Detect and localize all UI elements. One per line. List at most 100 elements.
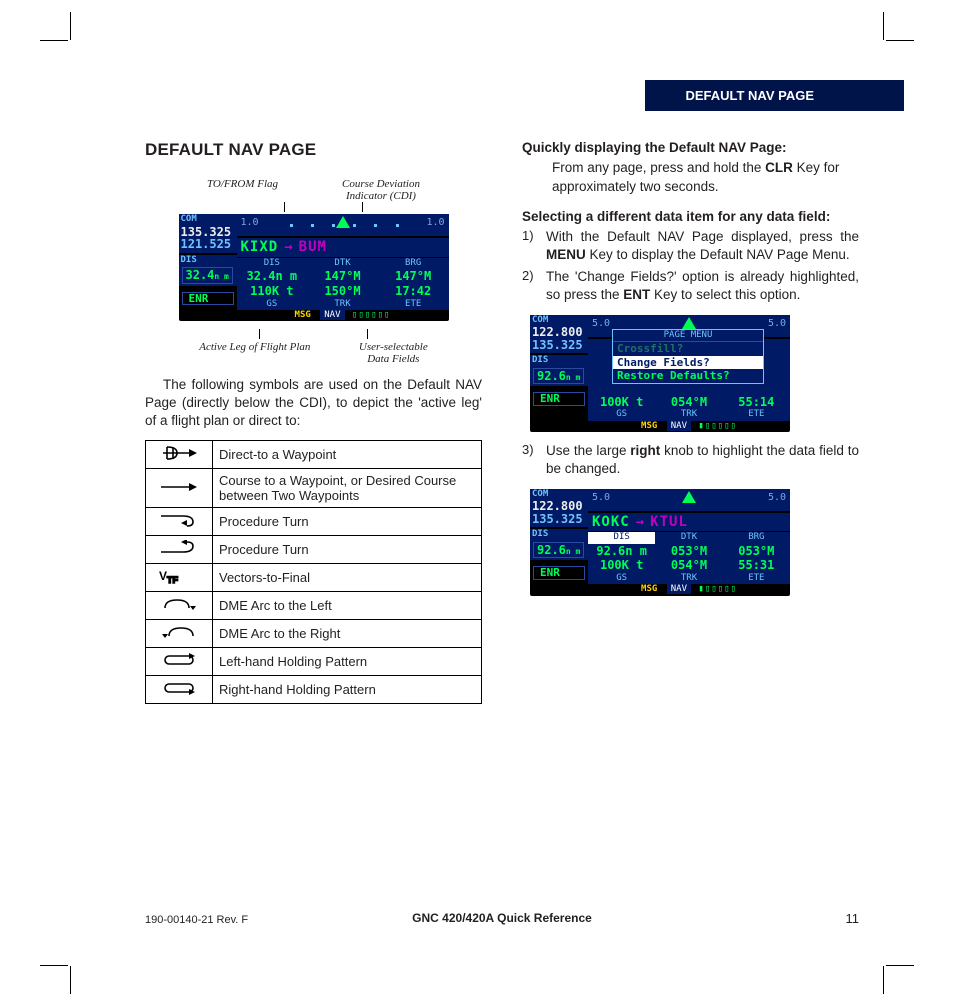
step: 1)With the Default NAV Page displayed, p…: [522, 228, 859, 264]
data-cell: 110K t: [237, 284, 308, 299]
menu-item-selected[interactable]: Change Fields?: [613, 356, 763, 370]
dis-label: DIS: [530, 529, 588, 540]
lead-line: [362, 202, 363, 212]
data-cell: 054°M: [655, 558, 722, 573]
step-body: Use the large right knob to highlight th…: [546, 442, 859, 478]
symbol-row: Procedure Turn: [146, 508, 482, 536]
nav-indicator: NAV: [320, 310, 344, 320]
cdi-bar: 1.0 1.0: [237, 214, 449, 236]
crop-mark: [70, 12, 71, 40]
content-columns: DEFAULT NAV PAGE TO/FROM Flag Course Dev…: [145, 140, 859, 704]
com-standby-freq: 135.325: [530, 339, 588, 354]
com-active-freq: 122.800: [530, 500, 588, 513]
data-cell: 054°M: [655, 395, 722, 410]
enr-indicator: ENR: [533, 392, 585, 406]
data-foot-cell: ETE: [378, 299, 449, 310]
symbol-row: VTFVectors-to-Final: [146, 564, 482, 592]
device-right-pane: 1.0 1.0 KIXD → BUM DIS DTK: [237, 214, 449, 321]
symbol-icon-dme_left: [146, 592, 213, 620]
data-row: 100K t 054°M 55:31: [588, 558, 790, 573]
callout-active-leg: Active Leg of Flight Plan: [199, 341, 310, 365]
data-row: 32.4n m 147°M 147°M: [237, 269, 449, 284]
page-boxes-icon: ▯▯▯▯▯▯: [352, 310, 391, 320]
data-foot-cell: TRK: [307, 299, 378, 310]
page-boxes-icon: ▮▯▯▯▯▯: [698, 421, 737, 431]
callout-data-fields: User-selectable Data Fields: [359, 341, 428, 365]
symbol-icon-pturn_r: [146, 508, 213, 536]
body-text: The following symbols are used on the De…: [145, 377, 482, 428]
data-cell: 92.6n m: [588, 544, 655, 559]
data-foot-cell: ETE: [723, 573, 790, 584]
to-from-arrow-icon: [336, 216, 350, 228]
symbol-row: Course to a Waypoint, or Desired Course …: [146, 469, 482, 508]
cdi-scale-right: 1.0: [426, 218, 444, 229]
device-left-pane: COM 122.800 135.325 DIS 92.6n m ENR: [530, 489, 588, 596]
data-foot: GS TRK ETE: [588, 409, 790, 420]
dis-unit: n m: [214, 272, 228, 281]
data-head: BRG: [378, 257, 449, 269]
data-head: DTK: [655, 531, 722, 543]
data-head-selected[interactable]: DIS: [588, 531, 655, 543]
dis-unit: n m: [566, 547, 580, 556]
callout-row-top: TO/FROM Flag Course Deviation Indicator …: [175, 178, 452, 202]
cdi-scale-left: 1.0: [241, 218, 259, 229]
step: 3) Use the large right knob to highlight…: [522, 442, 859, 478]
text: Key to display the Default NAV Page Menu…: [586, 247, 850, 262]
callout-text: Indicator (CDI): [346, 190, 416, 202]
com-standby-freq: 121.525: [179, 238, 237, 253]
status-row: MSG NAV ▮▯▯▯▯▯: [588, 584, 790, 595]
device-left-pane: COM 135.325 121.525 DIS 32.4n m ENR: [179, 214, 237, 321]
symbol-label: DME Arc to the Right: [213, 620, 482, 648]
cdi-scale-left: 5.0: [592, 493, 610, 504]
lead-line: [259, 329, 260, 339]
step-body: The 'Change Fields?' option is already h…: [546, 268, 859, 304]
msg-indicator: MSG: [641, 421, 657, 431]
data-cell: 150°M: [307, 284, 378, 299]
menu-item[interactable]: Crossfill?: [613, 342, 763, 356]
data-foot-cell: TRK: [655, 409, 722, 420]
data-cell: 147°M: [307, 269, 378, 284]
dis-num: 32.4: [186, 268, 215, 282]
symbol-label: Left-hand Holding Pattern: [213, 648, 482, 676]
callout-text: User-selectable: [359, 341, 428, 353]
symbol-icon-pturn_l: [146, 536, 213, 564]
symbol-row: Procedure Turn: [146, 536, 482, 564]
symbol-icon-course: [146, 469, 213, 508]
enr-indicator: ENR: [533, 566, 585, 580]
callout-row-bottom: Active Leg of Flight Plan User-selectabl…: [175, 341, 452, 365]
data-cell: 32.4n m: [237, 269, 308, 284]
data-foot: GS TRK ETE: [588, 573, 790, 584]
dis-num: 92.6: [537, 369, 566, 383]
text: From any page, press and hold the: [552, 160, 765, 175]
symbol-label: Vectors-to-Final: [213, 564, 482, 592]
gps-screen-highlight: COM 122.800 135.325 DIS 92.6n m ENR 5.0 …: [530, 489, 790, 596]
symbol-table: Direct-to a WaypointCourse to a Waypoint…: [145, 440, 482, 704]
menu-item[interactable]: Restore Defaults?: [613, 369, 763, 383]
symbol-row: Left-hand Holding Pattern: [146, 648, 482, 676]
symbol-icon-vtf: VTF: [146, 564, 213, 592]
crop-mark: [883, 966, 884, 994]
step-body: With the Default NAV Page displayed, pre…: [546, 228, 859, 264]
data-row: 92.6n m 053°M 053°M: [588, 544, 790, 559]
menu-title: PAGE MENU: [613, 330, 763, 342]
dis-label: DIS: [530, 355, 588, 366]
data-cell: 053°M: [655, 544, 722, 559]
data-cell: 17:42: [378, 284, 449, 299]
dis-label: DIS: [179, 255, 237, 266]
active-leg-row: KIXD → BUM: [237, 238, 449, 257]
device-right-pane: 5.0 5.0 100K t 054°M 55:14 GS TRK ETE: [588, 315, 790, 432]
active-leg-row: KOKC → KTUL: [588, 513, 790, 532]
msg-indicator: MSG: [641, 584, 657, 594]
callout-text: Course Deviation: [342, 178, 420, 190]
to-from-arrow-icon: [682, 317, 696, 329]
cdi-bar: 5.0 5.0: [588, 489, 790, 511]
data-cell: 55:31: [723, 558, 790, 573]
page-menu-popup: PAGE MENU Crossfill? Change Fields? Rest…: [612, 329, 764, 384]
data-headers: DIS DTK BRG: [588, 531, 790, 543]
data-foot-cell: ETE: [723, 409, 790, 420]
waypoint-from: KIXD: [241, 240, 279, 255]
data-row: 100K t 054°M 55:14: [588, 395, 790, 410]
waypoint-to: BUM: [299, 240, 327, 255]
subhead: Selecting a different data item for any …: [522, 209, 859, 224]
dis-num: 92.6: [537, 543, 566, 557]
